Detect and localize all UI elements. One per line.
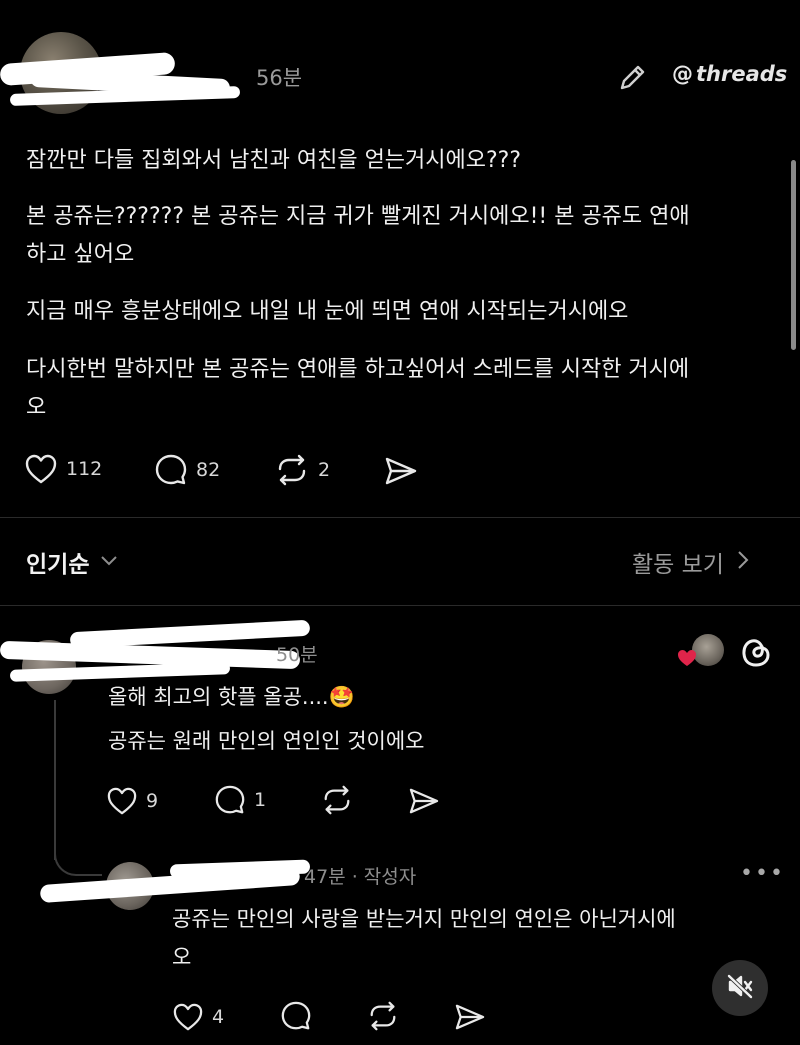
view-activity-link[interactable]: 활동 보기 <box>632 545 750 579</box>
post-paragraph-2-cont: 하고 싶어오 <box>26 242 135 267</box>
repost-button[interactable]: 2 <box>274 453 330 487</box>
threads-icon: @ <box>672 62 693 86</box>
mute-button[interactable] <box>712 960 768 1016</box>
scrollbar[interactable] <box>791 160 796 350</box>
post-paragraph-2: 본 공쥬는?????? 본 공쥬는 지금 귀가 빨게진 거시에오!! 본 공쥬도… <box>26 204 690 229</box>
post-timestamp: 56분 <box>256 66 303 90</box>
more-options-icon[interactable]: ••• <box>740 863 785 885</box>
heart-icon <box>24 453 58 485</box>
share-icon <box>408 787 440 815</box>
comment-icon <box>280 1000 312 1032</box>
sort-label: 인기순 <box>26 552 90 578</box>
redacted-username <box>0 40 260 110</box>
liked-by-author-badge <box>676 634 724 670</box>
author-reply-line-1: 공쥬는 만인의 사랑을 받는거지 만인의 연인은 아닌거시에 <box>172 907 676 931</box>
threads-brand-label: threads <box>696 62 788 86</box>
share-icon <box>454 1003 486 1031</box>
post-paragraph-3: 지금 매우 흥분상태에오 내일 내 눈에 띄면 연애 시작되는거시에오 <box>26 299 629 324</box>
view-activity-label: 활동 보기 <box>632 552 724 578</box>
reply1-comment-count: 1 <box>254 789 267 811</box>
red-heart-icon <box>676 648 698 672</box>
comment-count: 82 <box>196 459 221 481</box>
sort-dropdown[interactable]: 인기순 <box>26 545 119 579</box>
reply-line-2: 공쥬는 원래 만인의 연인인 것이에오 <box>108 729 425 753</box>
reply1-repost-button[interactable] <box>320 784 354 816</box>
like-count: 112 <box>66 458 103 480</box>
post-divider <box>0 517 800 518</box>
repost-icon <box>320 784 354 816</box>
share-icon <box>384 456 418 486</box>
comment-icon <box>214 784 246 816</box>
repost-icon <box>366 1000 400 1032</box>
reply-timestamp: 50분 <box>276 644 318 666</box>
like-button[interactable]: 112 <box>24 453 102 485</box>
reply2-like-button[interactable]: 4 <box>172 1002 224 1032</box>
reply1-like-count: 9 <box>146 790 159 812</box>
sort-divider <box>0 605 800 606</box>
reply-line-1: 올해 최고의 핫플 올공....🤩 <box>108 685 355 709</box>
author-reply-meta: 47분 · 작성자 <box>304 866 417 888</box>
comment-button[interactable]: 82 <box>154 453 220 487</box>
thread-connector <box>54 700 56 860</box>
threads-logo[interactable]: @ threads <box>672 62 787 86</box>
reply2-like-count: 4 <box>212 1006 225 1028</box>
redacted-username <box>39 858 320 908</box>
reply2-repost-button[interactable] <box>366 1000 400 1032</box>
post-paragraph-4: 다시한번 말하지만 본 공쥬는 연애를 하고싶어서 스레드를 시작한 거시에 <box>26 357 690 382</box>
post-paragraph-4-cont: 오 <box>26 395 47 420</box>
heart-icon <box>106 786 138 816</box>
speaker-muted-icon <box>726 973 754 1003</box>
threads-app-icon[interactable] <box>738 634 774 670</box>
post-paragraph-1: 잠깐만 다들 집회와서 남친과 여친을 얻는거시에오??? <box>26 148 522 173</box>
repost-icon <box>274 453 310 487</box>
heart-icon <box>172 1002 204 1032</box>
reply1-comment-button[interactable]: 1 <box>214 784 266 816</box>
author-reply-line-2: 오 <box>172 945 192 969</box>
reply1-share-button[interactable] <box>408 787 440 815</box>
share-button[interactable] <box>384 456 418 486</box>
repost-count: 2 <box>318 459 331 481</box>
pencil-icon[interactable] <box>616 60 650 94</box>
chevron-down-icon <box>99 553 119 572</box>
chevron-right-icon <box>736 549 750 575</box>
reply2-comment-button[interactable] <box>280 1000 312 1032</box>
reply2-share-button[interactable] <box>454 1003 486 1031</box>
reply1-like-button[interactable]: 9 <box>106 786 158 816</box>
comment-icon <box>154 453 188 487</box>
